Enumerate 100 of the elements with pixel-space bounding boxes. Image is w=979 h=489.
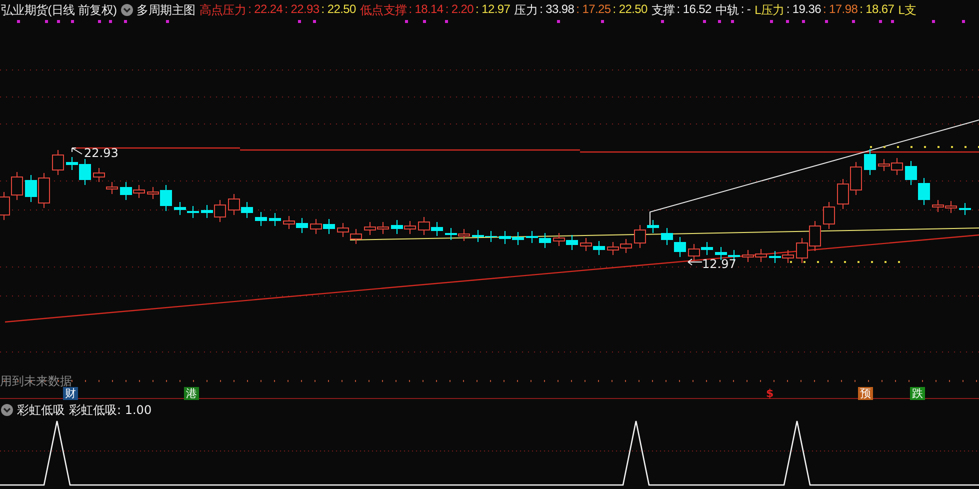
candlestick [891,158,903,176]
candlestick [850,162,862,196]
candlestick [688,244,700,262]
indicator-value: : 22.93 [284,2,320,18]
candlestick [52,150,64,176]
candlestick [11,172,23,200]
candlestick [106,182,118,194]
signal-badge: 财 [63,387,78,400]
indicator-value: : 33.98 [540,2,574,18]
candlestick [553,232,565,246]
candlestick [701,242,713,256]
candlestick [174,202,186,216]
indicator-value: : 17.25 [576,2,611,18]
price-annotation: 12.97 [702,257,736,271]
indicator-value: : 17.98 [822,2,858,18]
candlestick [809,220,821,252]
indicator-value: : 19.36 [786,2,821,18]
candlestick [445,228,457,240]
candlestick [526,230,538,244]
price-annotation: 22.93 [84,146,118,160]
candlestick [580,238,592,252]
collapse-icon[interactable] [1,404,13,416]
candlestick [269,212,281,226]
indicator-label: L压力 [754,2,784,18]
candlestick [742,250,754,262]
pointer-arrow [688,258,702,266]
candlestick [283,216,295,230]
candlestick [512,232,524,246]
candlestick [241,202,253,218]
candlestick [296,218,308,234]
indicator-label: 中轨 [715,2,739,18]
candlestick [837,178,849,210]
candlestick [323,218,335,234]
signal-badge: 港 [184,387,199,400]
indicator-value: : 22.50 [321,2,356,18]
candlestick [38,172,50,208]
indicator-label: 压力 [514,2,538,18]
indicator-label: 低点支撑 [360,2,407,18]
candlestick [0,192,10,220]
indicator-value: : - [740,2,751,18]
signal-symbol: $ [765,387,775,400]
indicator-value: : 22.50 [612,2,648,18]
pointer-arrow [72,148,82,154]
indicator-value: : 18.14 [408,2,444,18]
indicator-value: : 18.67 [860,2,894,18]
candlestick [472,230,484,242]
indicator-value: : 22.24 [248,2,283,18]
candlestick [661,228,673,246]
candlestick [864,148,876,176]
candlestick [918,178,930,206]
candlestick [391,220,403,234]
candlestick [905,160,917,186]
candlestick [187,206,199,218]
candlestick [715,246,727,260]
candlestick [228,194,240,216]
candlestick [566,234,578,250]
indicator-value: : 16.52 [676,2,712,18]
candlestick [418,216,430,236]
candlestick [404,220,416,234]
candlestick [607,242,619,256]
candlestick [337,222,349,238]
indicator-label: 高点压力 [199,2,246,18]
candlestick [458,228,470,242]
signal-badge: 跌 [910,387,925,400]
candlestick [674,236,686,258]
candlestick [769,250,781,264]
indicator-reading: 彩虹低吸: 1.00 [69,402,152,418]
candlestick [499,230,511,244]
candlestick [25,174,37,202]
candlestick [932,200,944,212]
collapse-icon[interactable] [120,4,133,16]
candlestick [120,182,132,200]
signal-badge: 预 [858,387,873,400]
panel-title: 彩虹低吸 [17,402,65,418]
candlestick [93,168,105,182]
candlestick [945,200,957,214]
candlestick [377,222,389,234]
candlestick [350,228,362,244]
candlestick [364,222,376,236]
indicator-value: : 12.97 [476,2,510,18]
candlestick [133,184,145,198]
warning-note: 用到未来数据 [0,374,72,388]
candlestick [796,238,808,264]
candlestick [878,158,890,172]
indicator-value: : 2.20 [445,2,474,18]
candlestick [755,248,767,262]
indicator-label: 支撑 [651,2,675,18]
candlestick [782,250,794,264]
candlestick [823,202,835,230]
indicator-name: 多周期主图 [136,2,196,18]
chart-title: 弘业期货(日线 前复权) [1,2,117,18]
candlestick [539,232,551,248]
candlestick [431,222,443,236]
candlestick [959,202,971,216]
candlestick [310,218,322,234]
candlestick [593,240,605,256]
indicator-label: L支 [898,2,916,18]
candlestick [485,230,497,242]
candlestick [255,212,267,226]
candlestick [620,238,632,254]
